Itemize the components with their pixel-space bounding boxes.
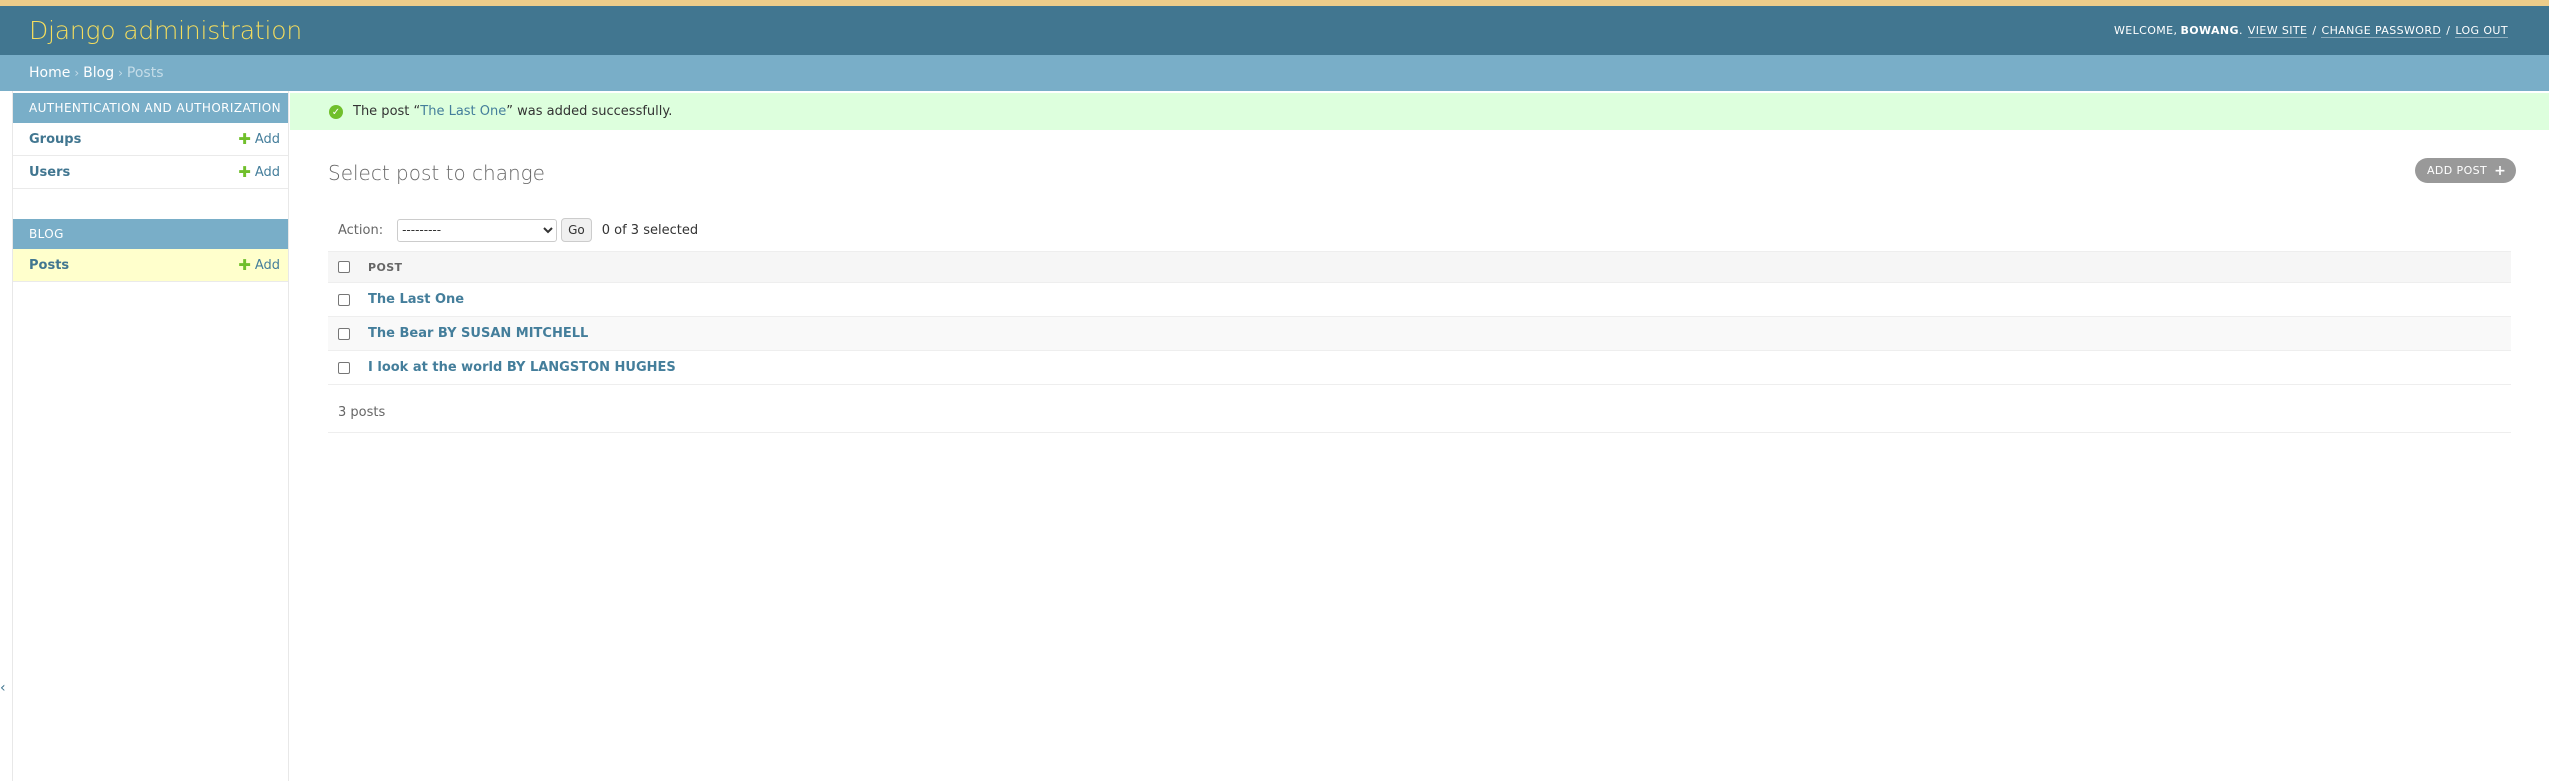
breadcrumb-separator: › (74, 66, 80, 80)
model-link-users[interactable]: Users (29, 165, 70, 180)
user-tools: Welcome, bowang. View site / Change pass… (2114, 23, 2508, 38)
table-header: Post (328, 251, 2511, 283)
sidebar-toggle[interactable]: ‹ (0, 680, 6, 696)
username: bowang (2180, 24, 2239, 37)
model-link-groups[interactable]: Groups (29, 132, 81, 147)
model-link-posts[interactable]: Posts (29, 258, 69, 273)
breadcrumb-blog[interactable]: Blog (83, 65, 114, 81)
add-groups-link[interactable]: ✚ Add (238, 129, 280, 148)
add-posts-link[interactable]: ✚ Add (238, 255, 280, 274)
separator: / (2446, 24, 2451, 37)
view-site-link[interactable]: View site (2247, 24, 2308, 38)
page-title: Select post to change (328, 161, 545, 185)
welcome-text: Welcome, (2114, 24, 2178, 37)
add-post-button[interactable]: Add post + (2415, 158, 2517, 183)
message-suffix: ” was added successfully. (506, 104, 673, 119)
message-prefix: The post “ (353, 104, 421, 119)
result-list: Post The Last One The Bear BY SUSAN MITC… (328, 251, 2511, 385)
sidebar-item-posts: Posts ✚ Add (13, 249, 288, 282)
change-password-link[interactable]: Change password (2321, 24, 2442, 38)
breadcrumb-home[interactable]: Home (29, 65, 70, 81)
module-caption-auth[interactable]: Authentication and Authorization (13, 93, 288, 123)
sidebar-item-users: Users ✚ Add (13, 156, 288, 189)
breadcrumb: Home › Blog › Posts (0, 55, 2549, 91)
plus-icon: ✚ (238, 162, 251, 181)
nav-sidebar: Authentication and Authorization Groups … (12, 91, 289, 781)
sidebar-item-groups: Groups ✚ Add (13, 123, 288, 156)
module-auth: Authentication and Authorization Groups … (13, 93, 288, 189)
table-row: I look at the world BY LANGSTON HUGHES (328, 351, 2511, 385)
paginator: 3 posts (328, 393, 2511, 433)
selection-counter: 0 of 3 selected (601, 222, 699, 238)
module-caption-blog[interactable]: Blog (13, 219, 288, 249)
breadcrumb-current: Posts (126, 65, 164, 81)
column-header-post[interactable]: Post (368, 261, 402, 274)
breadcrumb-separator: › (118, 66, 123, 80)
add-label: Add (254, 131, 280, 147)
row-checkbox[interactable] (338, 327, 350, 340)
post-link[interactable]: The Bear BY SUSAN MITCHELL (368, 326, 588, 341)
action-select[interactable]: --------- (397, 218, 558, 242)
log-out-link[interactable]: Log out (2455, 24, 2508, 38)
select-all-checkbox[interactable] (338, 261, 350, 273)
post-link[interactable]: The Last One (368, 292, 464, 307)
module-blog: Blog Posts ✚ Add (13, 219, 288, 282)
add-label: Add (254, 164, 280, 180)
row-checkbox[interactable] (338, 361, 350, 374)
add-users-link[interactable]: ✚ Add (238, 162, 280, 181)
go-button[interactable]: Go (561, 218, 592, 242)
plus-icon: ✚ (238, 255, 251, 274)
message-text: The post “The Last One” was added succes… (353, 104, 672, 119)
header: Django administration Welcome, bowang. V… (0, 6, 2549, 55)
actions-bar: Action: --------- Go 0 of 3 selected (328, 211, 2511, 249)
add-label: Add (254, 257, 280, 273)
post-link[interactable]: I look at the world BY LANGSTON HUGHES (368, 360, 676, 375)
plus-icon: ✚ (238, 129, 251, 148)
success-message: ✓ The post “The Last One” was added succ… (290, 93, 2549, 130)
separator: / (2312, 24, 2317, 37)
table-row: The Bear BY SUSAN MITCHELL (328, 317, 2511, 351)
chevron-left-icon[interactable]: ‹ (0, 680, 6, 696)
site-brand[interactable]: Django administration (29, 16, 302, 45)
table-row: The Last One (328, 283, 2511, 317)
action-label: Action: (338, 222, 384, 238)
row-checkbox[interactable] (338, 293, 350, 306)
add-post-label: Add post (2427, 164, 2488, 177)
message-post-link[interactable]: The Last One (420, 104, 506, 119)
plus-icon: + (2494, 162, 2507, 179)
success-check-icon: ✓ (329, 105, 343, 119)
